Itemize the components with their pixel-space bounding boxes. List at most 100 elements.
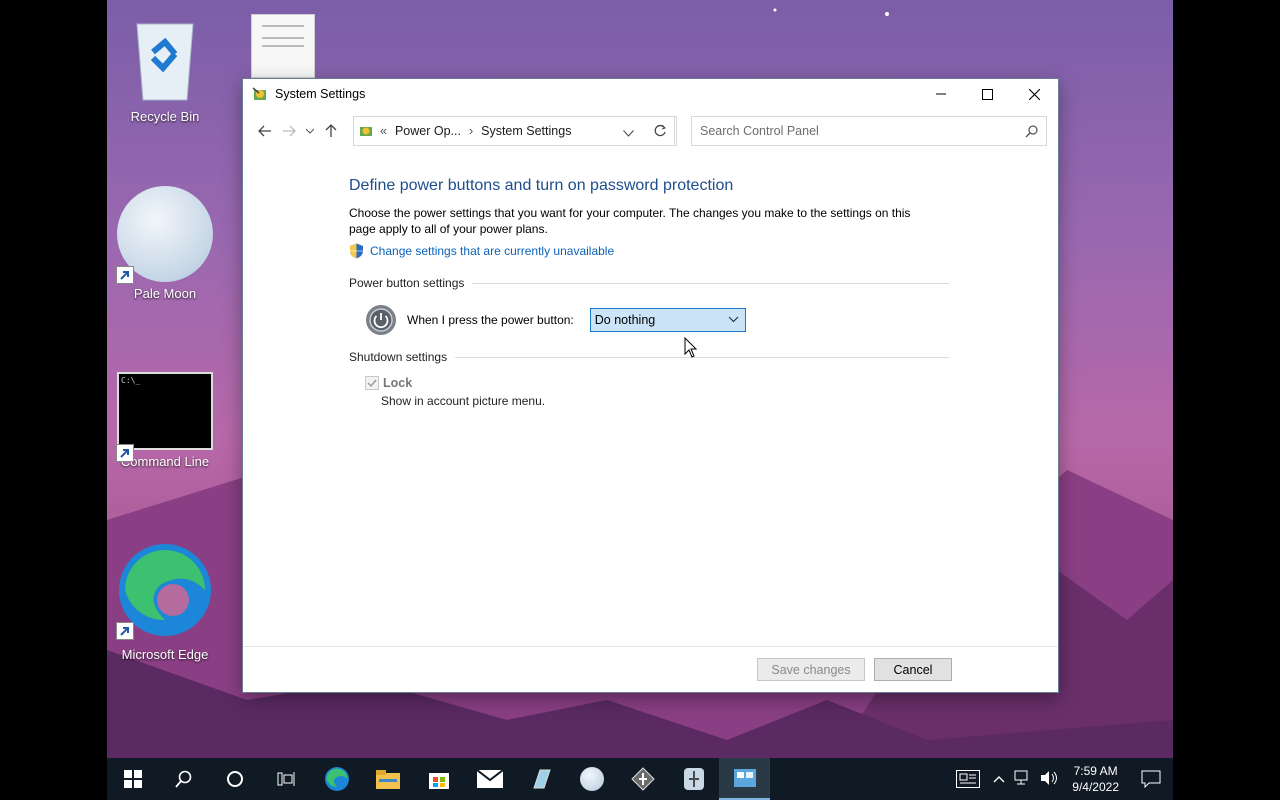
search-placeholder: Search Control Panel	[700, 124, 819, 138]
control-panel-icon	[733, 769, 756, 787]
breadcrumb-parent[interactable]: Power Op...	[395, 124, 461, 138]
taskbar-store[interactable]	[413, 758, 464, 800]
news-widget-button[interactable]	[948, 758, 988, 800]
system-tray: 7:59 AM 9/4/2022	[948, 758, 1173, 800]
edge-icon	[324, 767, 349, 791]
taskbar-app-2[interactable]	[617, 758, 668, 800]
clock[interactable]: 7:59 AM 9/4/2022	[1072, 763, 1119, 795]
breadcrumb-prefix: «	[380, 124, 387, 138]
search-input[interactable]: Search Control Panel	[691, 116, 1047, 146]
address-bar[interactable]: « Power Op... › System Settings	[353, 116, 675, 146]
lock-option: Lock	[365, 376, 949, 390]
address-dropdown-button[interactable]	[623, 126, 634, 140]
command-line-icon: C:\_	[117, 372, 213, 450]
shutdown-section: Shutdown settings	[349, 350, 949, 364]
arrow-left-icon	[258, 125, 271, 137]
arrow-up-icon	[325, 124, 337, 137]
page-heading: Define power buttons and turn on passwor…	[349, 177, 734, 194]
task-view-button[interactable]	[260, 758, 311, 800]
volume-icon	[1041, 770, 1058, 785]
cortana-icon	[226, 771, 243, 787]
clock-date: 9/4/2022	[1072, 780, 1119, 794]
taskbar-control-panel[interactable]	[719, 758, 770, 800]
forward-button[interactable]	[277, 117, 301, 145]
search-icon	[1025, 125, 1038, 138]
maximize-button[interactable]	[964, 79, 1011, 109]
back-button[interactable]	[253, 117, 277, 145]
breadcrumb-current[interactable]: System Settings	[481, 124, 571, 138]
file-explorer-icon	[375, 770, 400, 789]
taskbar-edge[interactable]	[311, 758, 362, 800]
power-options-icon	[252, 87, 266, 100]
close-icon	[1029, 88, 1040, 100]
network-icon	[1014, 770, 1028, 784]
taskbar-search-button[interactable]	[158, 758, 209, 800]
system-settings-window: System Settings « Power Op... › System S…	[242, 78, 1059, 693]
power-button-row: When I press the power button: Do nothin…	[365, 304, 949, 336]
chevron-up-icon	[993, 776, 1005, 783]
desktop-icon-recycle-bin[interactable]: Recycle Bin	[110, 12, 220, 124]
desktop-icon-edge[interactable]: Microsoft Edge	[110, 540, 220, 662]
taskbar-app-3[interactable]	[668, 758, 719, 800]
taskbar-pale-moon[interactable]	[566, 758, 617, 800]
recycle-bin-icon	[136, 23, 194, 101]
app-icon	[532, 769, 551, 789]
clock-time: 7:59 AM	[1073, 764, 1118, 778]
pale-moon-icon	[579, 767, 604, 791]
recent-locations-button[interactable]	[301, 117, 319, 145]
change-settings-link[interactable]: Change settings that are currently unava…	[349, 243, 949, 259]
start-button[interactable]	[107, 758, 158, 800]
page-description: Choose the power settings that you want …	[349, 206, 911, 236]
news-icon	[956, 770, 981, 788]
show-hidden-icons-button[interactable]	[988, 772, 1010, 786]
volume-button[interactable]	[1036, 770, 1062, 789]
shortcut-arrow-icon	[116, 622, 134, 640]
cortana-button[interactable]	[209, 758, 260, 800]
title-bar[interactable]: System Settings	[243, 79, 1058, 109]
desktop-icon-label: Microsoft Edge	[121, 647, 209, 662]
lock-label: Lock	[383, 376, 413, 390]
chevron-down-icon	[728, 316, 739, 323]
close-button[interactable]	[1011, 79, 1058, 109]
shield-icon	[350, 243, 363, 259]
search-icon	[174, 770, 191, 788]
lock-description: Show in account picture menu.	[381, 394, 546, 408]
taskbar-file-explorer[interactable]	[362, 758, 413, 800]
notification-icon	[1141, 770, 1161, 788]
power-button-action-select[interactable]: Do nothing	[589, 308, 746, 332]
app-icon	[683, 768, 704, 790]
action-center-button[interactable]	[1129, 770, 1173, 788]
mail-icon	[476, 770, 503, 788]
change-settings-link-text: Change settings that are currently unava…	[370, 244, 615, 258]
lock-checkbox[interactable]	[365, 376, 379, 390]
task-view-icon	[277, 772, 294, 786]
store-icon	[428, 773, 449, 789]
network-button[interactable]	[1010, 770, 1036, 789]
save-changes-button[interactable]: Save changes	[757, 658, 865, 681]
footer-bar: Save changes Cancel	[243, 646, 1058, 692]
checkmark-icon	[367, 379, 377, 388]
document-icon[interactable]	[251, 14, 315, 78]
minimize-icon	[935, 93, 946, 95]
section-title: Power button settings	[349, 276, 465, 290]
cancel-button[interactable]: Cancel	[874, 658, 952, 681]
taskbar-mail[interactable]	[464, 758, 515, 800]
chevron-down-icon	[306, 128, 314, 134]
window-title: System Settings	[275, 87, 366, 101]
arrow-right-icon	[283, 125, 296, 137]
refresh-button[interactable]	[643, 116, 677, 146]
desktop-icon-label: Pale Moon	[133, 286, 197, 301]
minimize-button[interactable]	[917, 79, 964, 109]
refresh-icon	[654, 124, 666, 137]
power-button-label: When I press the power button:	[407, 313, 574, 327]
maximize-icon	[982, 88, 993, 100]
section-title: Shutdown settings	[349, 350, 448, 364]
desktop-icon-label: Recycle Bin	[130, 109, 200, 124]
selected-value: Do nothing	[594, 313, 656, 327]
shortcut-arrow-icon	[116, 444, 134, 462]
up-button[interactable]	[319, 117, 343, 145]
main-content: Define power buttons and turn on passwor…	[349, 177, 949, 408]
breadcrumb-separator: ›	[468, 124, 474, 138]
taskbar-app-1[interactable]	[515, 758, 566, 800]
section-divider	[455, 356, 949, 358]
